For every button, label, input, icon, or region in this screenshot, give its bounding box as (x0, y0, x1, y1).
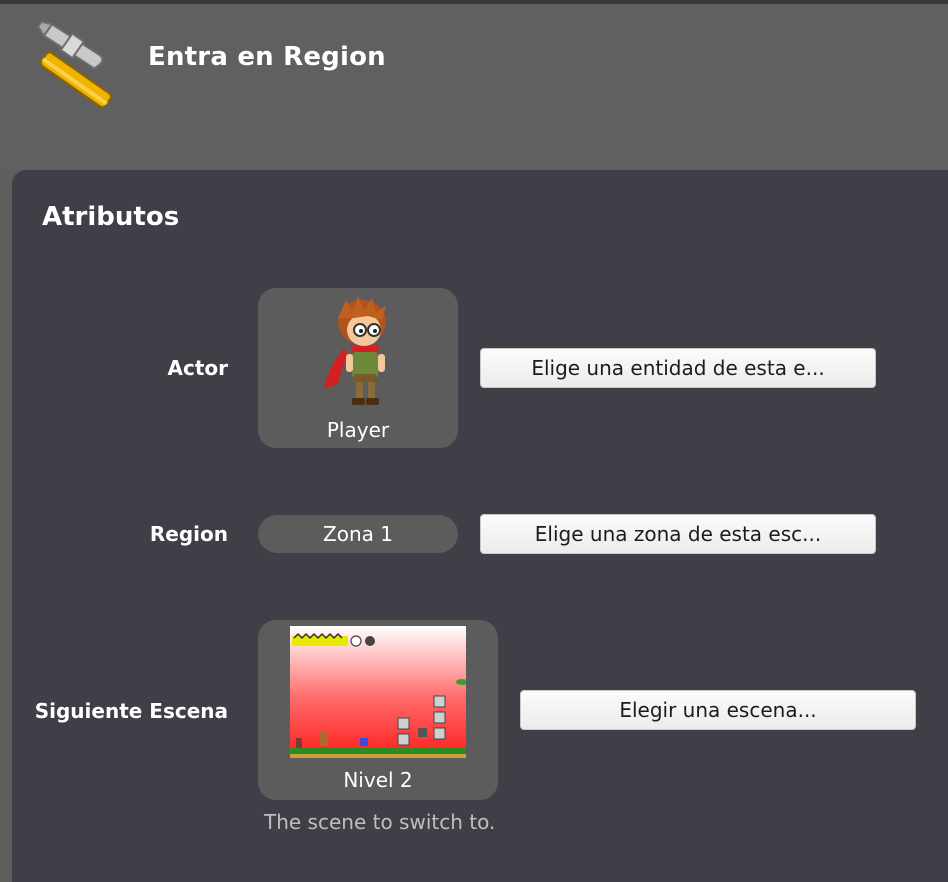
next-scene-label: Siguiente Escena (34, 699, 228, 723)
scene-preview-image (290, 626, 466, 758)
hammer-icon (36, 20, 112, 109)
actor-thumbnail[interactable]: Player (258, 288, 458, 448)
scene-thumbnail-caption: Nivel 2 (343, 768, 413, 792)
actor-thumbnail-caption: Player (326, 418, 390, 442)
player-sprite (324, 296, 386, 405)
region-label: Region (149, 522, 228, 546)
behavior-title: Entra en Region (148, 42, 386, 72)
behavior-header (0, 4, 948, 170)
choose-region-button[interactable]: Elige una zona de esta esc... (480, 514, 876, 554)
actor-label: Actor (167, 356, 229, 380)
scene-thumbnail[interactable]: Nivel 2 (258, 620, 498, 800)
next-scene-hint: The scene to switch to. (264, 810, 496, 834)
choose-scene-button[interactable]: Elegir una escena... (520, 690, 916, 730)
section-title: Atributos (42, 202, 180, 232)
region-value-pill[interactable]: Zona 1 (258, 515, 458, 553)
choose-entity-button[interactable]: Elige una entidad de esta e... (480, 348, 876, 388)
